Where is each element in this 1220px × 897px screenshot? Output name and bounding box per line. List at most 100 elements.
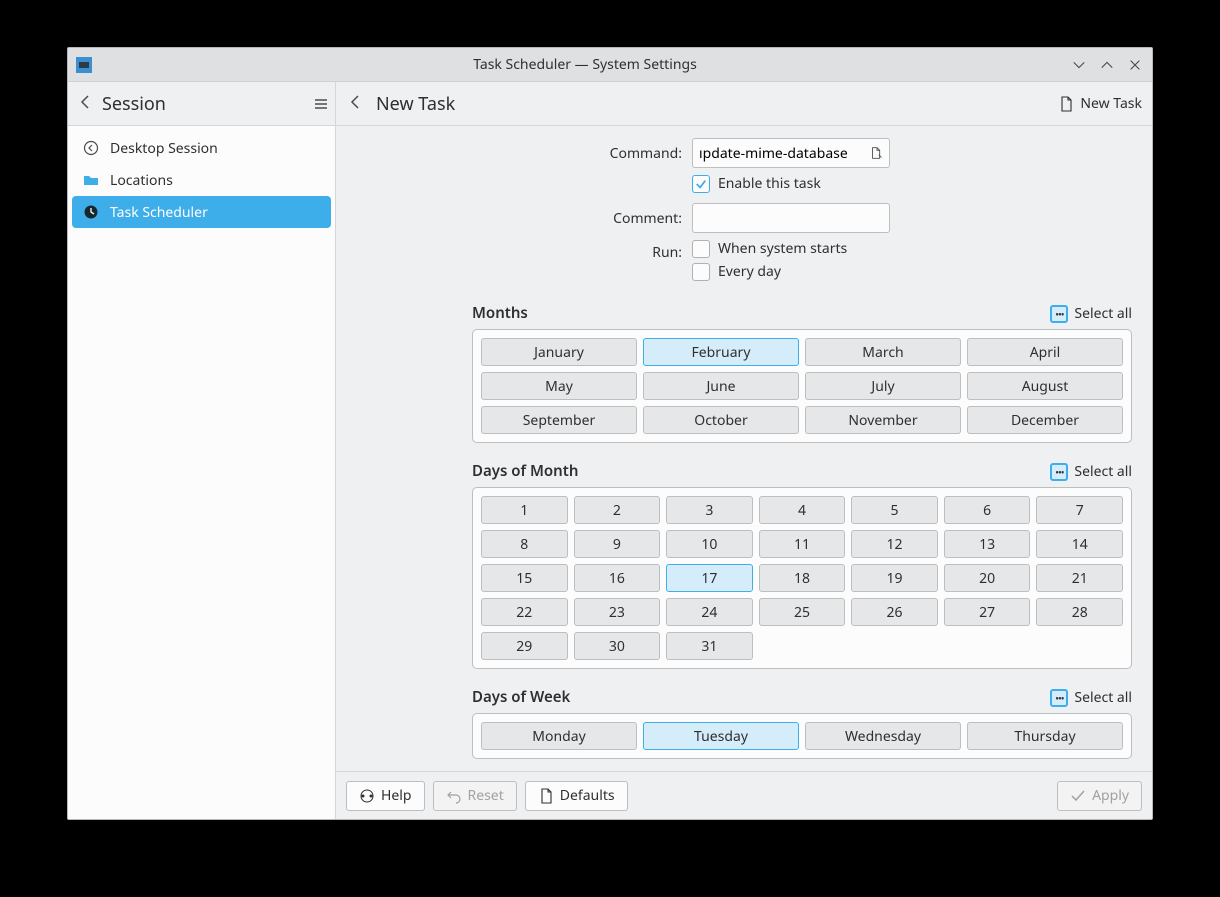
dom-toggle-10[interactable]: 10 xyxy=(666,530,753,558)
enable-checkbox[interactable] xyxy=(692,175,710,193)
dom-toggle-21[interactable]: 21 xyxy=(1036,564,1123,592)
dom-toggle-11[interactable]: 11 xyxy=(759,530,846,558)
dom-toggle-8[interactable]: 8 xyxy=(481,530,568,558)
dom-toggle-26[interactable]: 26 xyxy=(851,598,938,626)
enable-checkbox-row[interactable]: Enable this task xyxy=(692,174,1136,193)
dom-toggle-14[interactable]: 14 xyxy=(1036,530,1123,558)
dom-toggle-24[interactable]: 24 xyxy=(666,598,753,626)
month-toggle-august[interactable]: August xyxy=(967,372,1123,400)
dom-toggle-16[interactable]: 16 xyxy=(574,564,661,592)
sidebar-item-task-scheduler[interactable]: Task Scheduler xyxy=(72,196,331,228)
dom-toggle-12[interactable]: 12 xyxy=(851,530,938,558)
dom-toggle-4[interactable]: 4 xyxy=(759,496,846,524)
new-task-button[interactable]: New Task xyxy=(1058,94,1142,113)
month-toggle-january[interactable]: January xyxy=(481,338,637,366)
days-of-week-select-all-label: Select all xyxy=(1074,688,1132,707)
comment-label: Comment: xyxy=(352,209,682,228)
dom-toggle-5[interactable]: 5 xyxy=(851,496,938,524)
command-label: Command: xyxy=(352,144,682,163)
close-button[interactable] xyxy=(1126,56,1144,74)
dom-toggle-31[interactable]: 31 xyxy=(666,632,753,660)
dow-toggle-thursday[interactable]: Thursday xyxy=(967,722,1123,750)
dow-toggle-tuesday[interactable]: Tuesday xyxy=(643,722,799,750)
help-button[interactable]: Help xyxy=(346,781,425,811)
comment-input-wrapper[interactable] xyxy=(692,203,890,233)
month-toggle-december[interactable]: December xyxy=(967,406,1123,434)
command-input[interactable] xyxy=(699,144,863,163)
dom-toggle-15[interactable]: 15 xyxy=(481,564,568,592)
window: Task Scheduler — System Settings Session xyxy=(67,47,1153,820)
document-new-icon xyxy=(1058,96,1074,112)
run-option-checkbox[interactable] xyxy=(692,263,710,281)
dom-toggle-9[interactable]: 9 xyxy=(574,530,661,558)
dom-toggle-28[interactable]: 28 xyxy=(1036,598,1123,626)
month-toggle-april[interactable]: April xyxy=(967,338,1123,366)
dom-toggle-19[interactable]: 19 xyxy=(851,564,938,592)
section-days-of-week: Days of Week ••• Select all MondayTuesda… xyxy=(472,687,1132,759)
titlebar: Task Scheduler — System Settings xyxy=(68,48,1152,82)
file-browse-icon[interactable] xyxy=(869,145,883,161)
month-toggle-march[interactable]: March xyxy=(805,338,961,366)
back-session-button[interactable] xyxy=(78,93,94,115)
folder-icon xyxy=(82,171,100,189)
hamburger-menu-button[interactable] xyxy=(313,96,329,112)
dom-toggle-17[interactable]: 17 xyxy=(666,564,753,592)
dow-toggle-wednesday[interactable]: Wednesday xyxy=(805,722,961,750)
document-icon xyxy=(538,788,554,804)
run-option-0[interactable]: When system starts xyxy=(692,239,1136,258)
toolbar-left: Session xyxy=(68,82,336,125)
comment-input[interactable] xyxy=(699,209,883,228)
run-label: Run: xyxy=(352,239,682,262)
dom-toggle-23[interactable]: 23 xyxy=(574,598,661,626)
run-option-checkbox[interactable] xyxy=(692,240,710,258)
defaults-button[interactable]: Defaults xyxy=(525,781,628,811)
days-of-month-title: Days of Month xyxy=(472,461,578,481)
dom-toggle-22[interactable]: 22 xyxy=(481,598,568,626)
dom-toggle-13[interactable]: 13 xyxy=(944,530,1031,558)
dom-toggle-1[interactable]: 1 xyxy=(481,496,568,524)
select-all-icon: ••• xyxy=(1050,305,1068,323)
main: Command: Enable this task xyxy=(336,126,1152,819)
defaults-label: Defaults xyxy=(560,786,615,805)
month-toggle-october[interactable]: October xyxy=(643,406,799,434)
maximize-button[interactable] xyxy=(1098,56,1116,74)
month-toggle-february[interactable]: February xyxy=(643,338,799,366)
month-toggle-july[interactable]: July xyxy=(805,372,961,400)
row-command: Command: xyxy=(352,138,1136,168)
dom-toggle-25[interactable]: 25 xyxy=(759,598,846,626)
month-toggle-november[interactable]: November xyxy=(805,406,961,434)
section-months: Months ••• Select all JanuaryFebruaryMar… xyxy=(472,303,1132,443)
minimize-button[interactable] xyxy=(1070,56,1088,74)
reset-button: Reset xyxy=(433,781,517,811)
month-toggle-may[interactable]: May xyxy=(481,372,637,400)
run-option-label: Every day xyxy=(718,262,781,281)
window-title: Task Scheduler — System Settings xyxy=(100,55,1070,74)
select-all-icon: ••• xyxy=(1050,689,1068,707)
dom-toggle-27[interactable]: 27 xyxy=(944,598,1031,626)
months-select-all[interactable]: ••• Select all xyxy=(1050,304,1132,323)
dom-toggle-6[interactable]: 6 xyxy=(944,496,1031,524)
month-toggle-september[interactable]: September xyxy=(481,406,637,434)
days-of-month-select-all[interactable]: ••• Select all xyxy=(1050,462,1132,481)
new-task-label: New Task xyxy=(1080,94,1142,113)
row-run: Run: When system starts Every day xyxy=(352,239,1136,285)
dow-toggle-monday[interactable]: Monday xyxy=(481,722,637,750)
dom-toggle-3[interactable]: 3 xyxy=(666,496,753,524)
month-toggle-june[interactable]: June xyxy=(643,372,799,400)
back-page-button[interactable] xyxy=(348,93,364,115)
dom-toggle-29[interactable]: 29 xyxy=(481,632,568,660)
page-title: New Task xyxy=(376,92,1046,116)
dom-toggle-2[interactable]: 2 xyxy=(574,496,661,524)
dom-toggle-30[interactable]: 30 xyxy=(574,632,661,660)
dom-toggle-18[interactable]: 18 xyxy=(759,564,846,592)
sidebar-item-desktop-session[interactable]: Desktop Session xyxy=(72,132,331,164)
sidebar-item-locations[interactable]: Locations xyxy=(72,164,331,196)
dom-toggle-20[interactable]: 20 xyxy=(944,564,1031,592)
dom-toggle-7[interactable]: 7 xyxy=(1036,496,1123,524)
app-icon xyxy=(76,57,92,73)
command-input-wrapper[interactable] xyxy=(692,138,890,168)
content-scroll[interactable]: Command: Enable this task xyxy=(336,126,1152,771)
run-option-1[interactable]: Every day xyxy=(692,262,1136,281)
days-of-week-select-all[interactable]: ••• Select all xyxy=(1050,688,1132,707)
sidebar-item-label: Locations xyxy=(110,171,173,190)
